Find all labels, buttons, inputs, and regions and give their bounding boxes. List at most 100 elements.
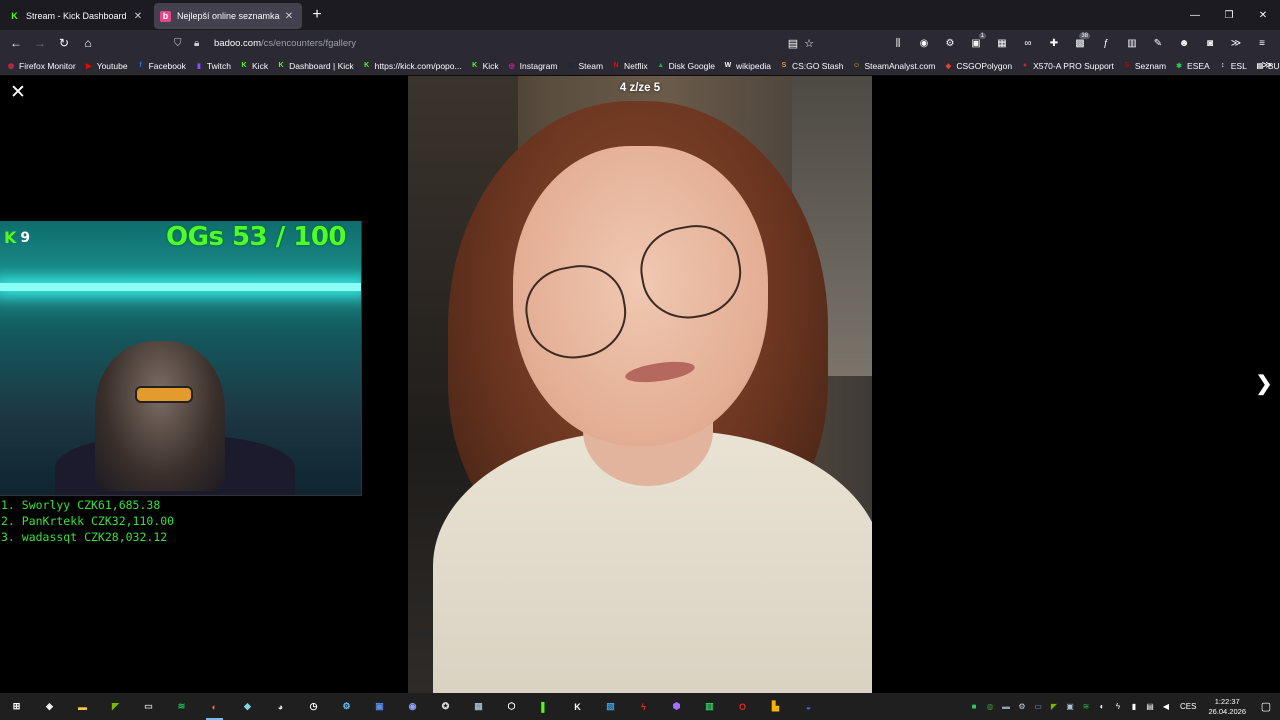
bookmark-item[interactable]: ♦ X570-A PRO Support xyxy=(1020,61,1114,71)
bookmark-item[interactable]: S CS:GO Stash xyxy=(779,61,844,71)
bookmark-item[interactable]: Wwikipedia xyxy=(723,61,771,71)
bookmarks-overflow-icon[interactable]: ≫ xyxy=(1262,60,1272,71)
close-gallery-icon[interactable]: ✕ xyxy=(8,82,28,103)
bookmark-label: Twitch xyxy=(206,60,232,71)
adblock-icon[interactable]: ▣ 1 xyxy=(964,32,988,54)
ext-a-icon[interactable]: ▦ xyxy=(990,32,1014,54)
clock-app-icon[interactable]: ◷ xyxy=(297,693,330,720)
terminal-icon[interactable]: ▭ xyxy=(132,693,165,720)
tray-spotify-icon[interactable]: ≋ xyxy=(1078,693,1094,720)
bookmark-item[interactable]: ▶ Youtube xyxy=(84,61,128,71)
csgo-icon[interactable]: ✪ xyxy=(429,693,462,720)
bookmark-item[interactable]: S Seznam xyxy=(1122,61,1167,71)
tray-monitor-icon[interactable]: ▭ xyxy=(1030,693,1046,720)
epic-icon[interactable]: ⬡ xyxy=(495,693,528,720)
kick-logo-icon: K xyxy=(4,228,17,247)
tray-steam-icon[interactable]: ⚙ xyxy=(1014,693,1030,720)
tray-shield-icon[interactable]: ◐ xyxy=(1094,693,1110,720)
lock-icon[interactable]: 🔒︎ xyxy=(194,38,210,49)
tray-bolt-icon[interactable]: ϟ xyxy=(1110,693,1126,720)
steam-icon[interactable]: ⚙ xyxy=(330,693,363,720)
bookmark-item[interactable]: N Netflix xyxy=(611,61,648,71)
close-tab-icon[interactable]: ✕ xyxy=(282,11,296,22)
opera-icon[interactable]: O xyxy=(726,693,759,720)
minimize-icon[interactable]: — xyxy=(1178,0,1212,30)
tray-hdd-icon[interactable]: ▬ xyxy=(998,693,1014,720)
bookmark-item[interactable]: ▮ Twitch xyxy=(194,61,231,71)
ext-app-icon[interactable]: ◕ xyxy=(264,693,297,720)
task-view-icon[interactable]: ◈ xyxy=(33,693,66,720)
bookmark-item[interactable]: ◎ Instagram xyxy=(507,61,558,71)
tab-badoo[interactable]: b Nejlepší online seznamka zdarma ✕ xyxy=(154,3,302,29)
tray-circle-icon[interactable]: ◍ xyxy=(982,693,998,720)
close-window-icon[interactable]: ✕ xyxy=(1246,0,1280,30)
ext-f-icon[interactable]: ✎ xyxy=(1146,32,1170,54)
discord-icon[interactable]: ◒ xyxy=(792,693,825,720)
home-icon[interactable]: ⌂ xyxy=(76,32,100,54)
bookmark-item[interactable]: f Facebook xyxy=(136,61,186,71)
tray-volume-icon[interactable]: ◀ xyxy=(1158,693,1174,720)
back-icon[interactable]: ← xyxy=(4,32,28,54)
tray-nvidia-icon[interactable]: ◤ xyxy=(1046,693,1062,720)
reader-view-icon[interactable]: ▤ xyxy=(788,37,798,50)
language-indicator[interactable]: CES xyxy=(1174,702,1202,711)
notes-icon[interactable]: ◆ xyxy=(231,693,264,720)
kick-icon[interactable]: K xyxy=(561,693,594,720)
ext-e-icon[interactable]: ▥ xyxy=(1120,32,1144,54)
monitor-icon[interactable]: ▣ xyxy=(363,693,396,720)
forward-icon[interactable]: → xyxy=(28,32,52,54)
bookmark-item[interactable]: ☺ SteamAnalyst.com xyxy=(851,61,935,71)
kick-green-icon[interactable]: ▌ xyxy=(528,693,561,720)
restore-icon[interactable]: ❐ xyxy=(1212,0,1246,30)
tray-green-icon[interactable]: ■ xyxy=(966,693,982,720)
netflix-icon: N xyxy=(613,62,619,69)
bookmark-item[interactable]: K Kick xyxy=(470,61,499,71)
obs-icon[interactable]: ◉ xyxy=(396,693,429,720)
bookmark-item[interactable]: ◍ Firefox Monitor xyxy=(6,61,76,71)
ext-h-icon[interactable]: ◙ xyxy=(1198,32,1222,54)
windows-start-icon[interactable]: ⊞ xyxy=(0,693,33,720)
chart-app-icon[interactable]: ▥ xyxy=(693,693,726,720)
bookmark-item[interactable]: K Kick xyxy=(239,61,268,71)
firefox-icon[interactable]: ◐ xyxy=(198,693,231,720)
bookmark-star-icon[interactable]: ☆ xyxy=(804,37,814,50)
ext-g-icon[interactable]: ☻ xyxy=(1172,32,1196,54)
nvidia-icon[interactable]: ◤ xyxy=(99,693,132,720)
file-explorer-icon[interactable]: ▬ xyxy=(66,693,99,720)
new-tab-button[interactable]: + xyxy=(306,4,328,26)
tab-kick-dashboard[interactable]: K Stream - Kick Dashboard ✕ xyxy=(3,3,151,29)
close-tab-icon[interactable]: ✕ xyxy=(131,11,145,22)
profile-photo[interactable]: 4 z/ze 5 xyxy=(408,76,872,693)
bookmark-item[interactable]: ▲ Disk Google xyxy=(656,61,715,71)
url-bar[interactable]: ⛉ 🔒︎ badoo.com/cs/encounters/fgallery ▤ … xyxy=(174,32,814,54)
overflow-menu-icon[interactable]: ≫ xyxy=(1224,32,1248,54)
ext-d-icon[interactable]: ƒ xyxy=(1094,32,1118,54)
bookmark-item[interactable]: K Dashboard | Kick xyxy=(276,61,354,71)
account-icon[interactable]: ◉ xyxy=(912,32,936,54)
spotify-icon[interactable]: ≋ xyxy=(165,693,198,720)
steam-icon[interactable]: ⚙ xyxy=(938,32,962,54)
puzzle-icon[interactable]: ✚ xyxy=(1042,32,1066,54)
purple-app-icon[interactable]: ⬢ xyxy=(660,693,693,720)
tray-app-icon[interactable]: ▣ xyxy=(1062,693,1078,720)
bookmark-item[interactable]: Khttps://kick.com/popo... xyxy=(362,61,461,71)
hamburger-menu-icon[interactable]: ≡ xyxy=(1250,32,1274,54)
tray-network-icon[interactable]: ▤ xyxy=(1142,693,1158,720)
bookmark-item[interactable]: ⚙ Steam xyxy=(565,61,603,71)
ext-b-icon[interactable]: ∞ xyxy=(1016,32,1040,54)
bookmark-item[interactable]: ✱ ESEA xyxy=(1174,61,1210,71)
notification-center-icon[interactable]: ▢ xyxy=(1252,693,1280,720)
calculator-icon[interactable]: ▦ xyxy=(462,693,495,720)
clock[interactable]: 1:22:37 26.04.2026 xyxy=(1202,697,1252,717)
next-photo-chevron-icon[interactable]: ❯ xyxy=(1254,373,1274,395)
bookmark-item[interactable]: ↕ ESL xyxy=(1218,61,1247,71)
site-info-icon[interactable]: ⛉ xyxy=(174,38,190,49)
bolt-app-icon[interactable]: ϟ xyxy=(627,693,660,720)
photo-app-icon[interactable]: ▧ xyxy=(594,693,627,720)
library-icon[interactable]: ⫼ xyxy=(886,32,910,54)
reload-icon[interactable]: ↻ xyxy=(52,32,76,54)
tray-mic-icon[interactable]: ▮ xyxy=(1126,693,1142,720)
ext-c-icon[interactable]: ▩ 38 xyxy=(1068,32,1092,54)
yellow-app-icon[interactable]: ▙ xyxy=(759,693,792,720)
bookmark-item[interactable]: ◆ CSGOPolygon xyxy=(943,61,1012,71)
